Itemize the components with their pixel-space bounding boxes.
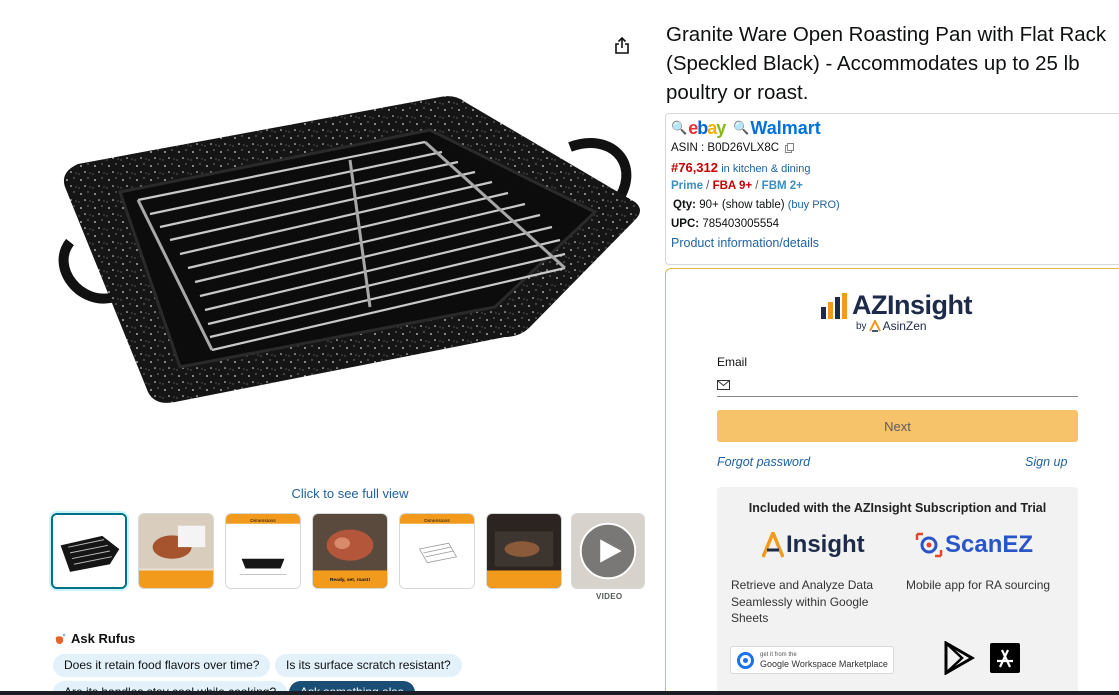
see-full-view-link[interactable]: Click to see full view bbox=[0, 486, 700, 501]
email-label: Email bbox=[717, 355, 748, 369]
insight-a-icon bbox=[762, 532, 784, 558]
walmart-link[interactable]: 🔍 Walmart bbox=[733, 118, 821, 139]
seller-counts-row: Prime / FBA 9+ / FBM 2+ bbox=[671, 180, 803, 192]
rufus-chip[interactable]: Does it retain food flavors over time? bbox=[53, 654, 271, 677]
azinsight-login-panel: AZInsight by AsinZen Email Next Forgot p… bbox=[665, 268, 1119, 695]
upc-value: 785403005554 bbox=[702, 218, 780, 230]
details-row: Product information/details bbox=[671, 234, 1119, 253]
azinsight-logo: AZInsight bbox=[821, 291, 972, 319]
product-info-box: 🔍 ebay 🔍 Walmart ASIN : B0D26VLX8C #76,3… bbox=[665, 113, 1119, 265]
product-details-link[interactable]: Product information/details bbox=[671, 236, 819, 250]
asin-row: ASIN : B0D26VLX8C bbox=[671, 139, 1119, 158]
thumb-caption: Dimensions bbox=[250, 518, 276, 524]
thumb-carving[interactable] bbox=[138, 513, 214, 589]
scanez-icon bbox=[915, 532, 943, 558]
email-field[interactable] bbox=[717, 373, 1078, 397]
gws-big-text: Google Workspace Marketplace bbox=[760, 658, 888, 669]
rank-category-link[interactable]: in kitchen & dining bbox=[721, 163, 810, 175]
ask-rufus[interactable]: Ask Rufus bbox=[53, 631, 135, 646]
prime-count[interactable]: Prime bbox=[671, 180, 703, 192]
asinzen-text: AsinZen bbox=[882, 319, 927, 333]
google-workspace-badge[interactable]: get it from the Google Workspace Marketp… bbox=[730, 646, 894, 674]
sales-rank: #76,312 bbox=[671, 160, 718, 175]
main-product-image[interactable] bbox=[50, 92, 650, 412]
envelope-icon bbox=[717, 379, 730, 390]
thumb-caption: Dimensions bbox=[424, 518, 450, 524]
thumb-roast-ham[interactable]: Ready, set, roast! bbox=[312, 513, 388, 589]
marketplace-links: 🔍 ebay 🔍 Walmart bbox=[671, 117, 1119, 139]
byline: by AsinZen bbox=[856, 319, 927, 333]
magnifier-icon: 🔍 bbox=[733, 120, 750, 135]
rufus-chip[interactable]: Is its surface scratch resistant? bbox=[275, 654, 462, 677]
share-icon[interactable] bbox=[612, 36, 632, 56]
subscription-promo: Included with the AZInsight Subscription… bbox=[717, 487, 1078, 695]
next-button[interactable]: Next bbox=[717, 410, 1078, 442]
thumb-dimensions-pan[interactable]: Dimensions bbox=[225, 513, 301, 589]
insight-description: Retrieve and Analyze Data Seamlessly wit… bbox=[731, 578, 874, 625]
logo-text: AZInsight bbox=[852, 290, 972, 320]
rufus-label: Ask Rufus bbox=[71, 631, 136, 646]
asinzen-icon bbox=[868, 320, 881, 332]
sign-up-link[interactable]: Sign up bbox=[1025, 455, 1067, 469]
qty-value[interactable]: 90+ (show table) bbox=[699, 199, 784, 211]
thumb-dimensions-rack[interactable]: Dimensions bbox=[399, 513, 475, 589]
bottom-bar bbox=[0, 691, 1119, 695]
google-play-icon[interactable] bbox=[943, 641, 975, 675]
gws-small-text: get it from the bbox=[760, 651, 797, 658]
upc-label: UPC: bbox=[671, 218, 700, 230]
buy-pro-link[interactable]: (buy PRO) bbox=[788, 199, 840, 211]
forgot-password-link[interactable]: Forgot password bbox=[717, 455, 810, 469]
thumb-caption: Ready, set, roast! bbox=[330, 577, 371, 583]
thumbnail-strip: Dimensions Ready, set, roast! Dimensions bbox=[51, 513, 651, 593]
ebay-logo: ebay bbox=[688, 117, 726, 138]
insight-brand: Insight bbox=[762, 531, 865, 559]
fbm-count[interactable]: FBM 2+ bbox=[762, 180, 803, 192]
qty-row: Qty: 90+ (show table) (buy PRO) bbox=[671, 196, 1119, 215]
scanez-brand-text: ScanEZ bbox=[945, 531, 1034, 558]
video-label: VIDEO bbox=[596, 592, 623, 601]
promo-title: Included with the AZInsight Subscription… bbox=[748, 501, 1047, 515]
insight-brand-text: Insight bbox=[786, 531, 865, 558]
rank-row: #76,312 in kitchen & dining bbox=[671, 158, 1119, 177]
magnifier-icon: 🔍 bbox=[671, 120, 688, 135]
fba-count[interactable]: FBA 9+ bbox=[713, 180, 753, 192]
product-title: Granite Ware Open Roasting Pan with Flat… bbox=[666, 23, 1107, 104]
upc-row: UPC: 785403005554 bbox=[671, 215, 1119, 234]
thumb-oven[interactable] bbox=[486, 513, 562, 589]
thumb-video[interactable] bbox=[571, 513, 645, 589]
scanez-brand: ScanEZ bbox=[915, 531, 1033, 559]
thumb-roasting-pan[interactable] bbox=[51, 513, 127, 589]
app-store-icon[interactable] bbox=[989, 641, 1021, 675]
qty-label: Qty: bbox=[673, 199, 696, 211]
walmart-label: Walmart bbox=[750, 117, 821, 138]
copy-icon[interactable] bbox=[785, 143, 795, 153]
scanez-description: Mobile app for RA sourcing bbox=[906, 578, 1051, 592]
rufus-icon bbox=[55, 632, 66, 644]
asin-label: ASIN : B0D26VLX8C bbox=[671, 142, 780, 154]
by-text: by bbox=[856, 320, 867, 332]
ebay-link[interactable]: 🔍 ebay bbox=[671, 117, 726, 139]
email-input[interactable] bbox=[736, 377, 1078, 392]
google-workspace-icon bbox=[737, 651, 754, 669]
azinsight-chart-icon bbox=[821, 293, 847, 319]
